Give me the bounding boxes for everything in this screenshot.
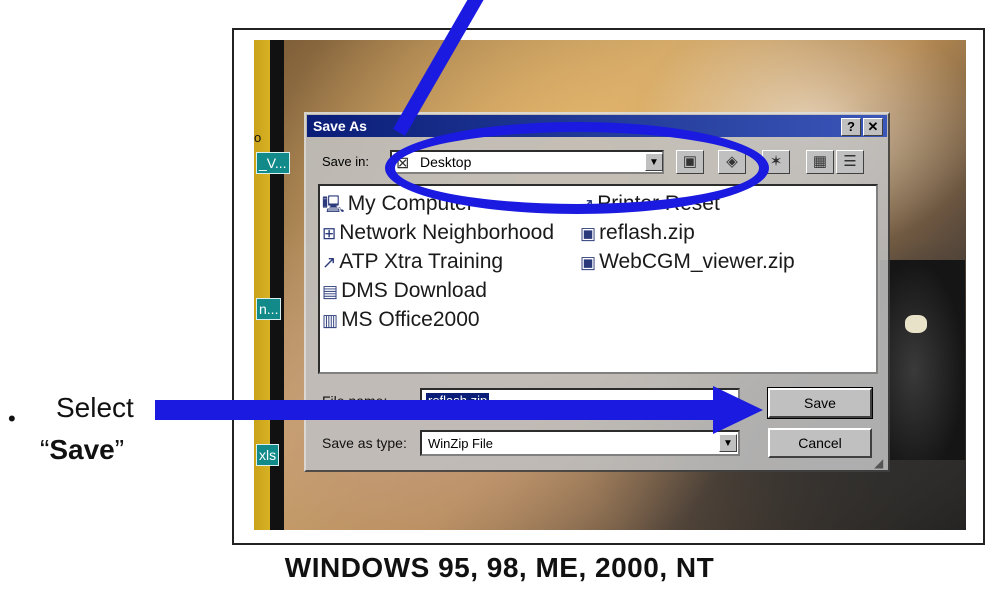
cancel-button[interactable]: Cancel xyxy=(768,428,872,458)
close-button[interactable]: ✕ xyxy=(863,118,883,136)
list-item-label: reflash.zip xyxy=(599,221,695,244)
resize-grip-icon[interactable]: ◢ xyxy=(874,456,883,470)
arrow-shaft xyxy=(155,400,717,420)
list-view-button[interactable]: ▦ xyxy=(806,150,834,174)
desktop-icon-label[interactable]: xls xyxy=(256,444,280,466)
chevron-down-icon[interactable]: ▼ xyxy=(719,434,737,452)
list-item-label: Network Neighborhood xyxy=(339,221,555,244)
close-quote: ” xyxy=(114,434,125,465)
zip-icon: ▣ xyxy=(580,224,597,243)
list-item[interactable]: ▥ MS Office2000 xyxy=(322,308,480,332)
instruction-save: “Save” xyxy=(40,434,124,466)
details-view-button[interactable]: ☰ xyxy=(836,150,864,174)
computer-icon: 🖳 xyxy=(322,195,345,214)
help-button[interactable]: ? xyxy=(841,118,861,136)
desktop-icon-label[interactable]: n... xyxy=(256,298,282,320)
instruction-select: Select xyxy=(56,392,134,423)
list-item[interactable]: ▤ DMS Download xyxy=(322,279,487,303)
wallpaper-car-headlight xyxy=(905,315,927,333)
list-item[interactable]: ↗ ATP Xtra Training xyxy=(322,250,503,274)
save-button[interactable]: Save xyxy=(767,387,873,419)
list-item[interactable]: ▣ reflash.zip xyxy=(580,221,695,245)
save-in-label: Save in: xyxy=(322,154,369,169)
office-icon: ▥ xyxy=(322,311,339,330)
arrow-head-icon xyxy=(713,386,763,434)
list-item-label: WebCGM_viewer.zip xyxy=(599,250,795,273)
wallpaper-car xyxy=(880,260,965,460)
list-item-label: MS Office2000 xyxy=(341,308,480,331)
list-item[interactable]: ▣ WebCGM_viewer.zip xyxy=(580,250,795,274)
bullet-dot: • xyxy=(8,406,16,431)
save-as-type-label: Save as type: xyxy=(322,435,407,451)
dialog-title: Save As xyxy=(313,118,367,134)
desktop-icon-label[interactable]: _V... xyxy=(256,152,290,174)
zip-icon: ▣ xyxy=(580,253,597,272)
open-quote: “ xyxy=(40,434,50,465)
list-item-label: DMS Download xyxy=(341,279,487,302)
desktop-tag-fragment: o xyxy=(254,130,262,145)
list-item[interactable]: ⊞ Network Neighborhood xyxy=(322,221,554,245)
network-icon: ⊞ xyxy=(322,224,337,243)
save-as-type-value: WinZip File xyxy=(428,436,494,451)
os-caption: WINDOWS 95, 98, ME, 2000, NT xyxy=(284,552,715,583)
instruction-save-bold: Save xyxy=(49,434,115,465)
shortcut-icon: ↗ xyxy=(322,253,337,272)
highlight-ellipse xyxy=(385,122,769,214)
folder-icon: ▤ xyxy=(322,282,339,301)
list-item-label: ATP Xtra Training xyxy=(339,250,504,273)
